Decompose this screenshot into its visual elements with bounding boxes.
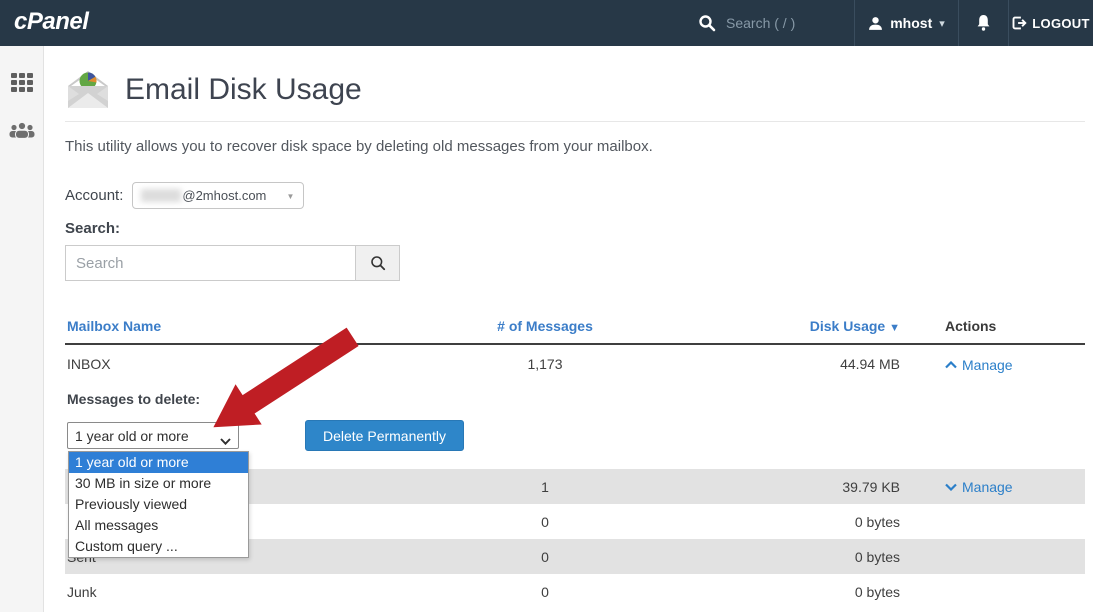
logout-icon (1012, 16, 1027, 30)
email-disk-usage-icon (65, 70, 111, 110)
user-icon (868, 16, 883, 31)
disk-usage: 0 bytes (685, 514, 900, 530)
topbar: cPanel Search ( / ) mhost ▾ LOGOUT (0, 0, 1093, 46)
select-value: 1 year old or more (75, 428, 189, 444)
search-group (65, 245, 1085, 281)
account-value: @2mhost.com (182, 188, 266, 203)
message-count: 0 (405, 584, 685, 600)
user-manager-icon[interactable] (0, 110, 44, 150)
search-icon (370, 255, 386, 271)
mailbox-name: Junk (65, 584, 405, 600)
message-count: 0 (405, 514, 685, 530)
account-row: Account: @2mhost.com ▼ (65, 182, 1085, 209)
search-icon (698, 14, 716, 32)
users-group-icon (9, 121, 35, 140)
dropdown-option-previously-viewed[interactable]: Previously viewed (69, 494, 248, 515)
table-row-inbox: INBOX 1,173 44.94 MB Manage (65, 345, 1085, 383)
mailbox-table: Mailbox Name # of Messages Disk Usage ▼ … (65, 309, 1085, 609)
disk-usage: 0 bytes (685, 549, 900, 565)
chevron-down-icon (945, 483, 957, 491)
messages-to-delete-label: Messages to delete: (67, 391, 1085, 407)
notifications-button[interactable] (958, 0, 1008, 46)
page-title: Email Disk Usage (125, 73, 362, 107)
caret-down-icon: ▼ (286, 192, 294, 201)
account-select[interactable]: @2mhost.com ▼ (132, 182, 304, 209)
global-search[interactable]: Search ( / ) (690, 0, 854, 46)
message-count: 1 (405, 479, 685, 495)
title-divider (65, 121, 1085, 122)
header-messages[interactable]: # of Messages (405, 318, 685, 334)
inbox-expansion-panel: Messages to delete: 1 year old or more 1… (65, 383, 1085, 469)
manage-link[interactable]: Manage (945, 357, 1013, 373)
chevron-down-icon: ▾ (939, 17, 945, 30)
chevron-down-icon (220, 432, 231, 448)
messages-to-delete-select[interactable]: 1 year old or more 1 year old or more 30… (67, 422, 239, 449)
search-button[interactable] (355, 245, 400, 281)
delete-filter-dropdown: 1 year old or more 30 MB in size or more… (68, 451, 249, 558)
dropdown-option-1-year[interactable]: 1 year old or more (69, 452, 248, 473)
sort-desc-icon: ▼ (889, 322, 900, 334)
cpanel-logo[interactable]: cPanel (14, 8, 88, 36)
bell-icon (975, 14, 992, 32)
apps-grid-icon[interactable] (0, 62, 44, 102)
dropdown-option-custom-query[interactable]: Custom query ... (69, 536, 248, 557)
global-search-placeholder: Search ( / ) (726, 15, 795, 31)
dropdown-option-30mb[interactable]: 30 MB in size or more (69, 473, 248, 494)
manage-link[interactable]: Manage (945, 479, 1013, 495)
mailbox-name: INBOX (65, 356, 405, 372)
disk-usage: 39.79 KB (685, 479, 900, 495)
page-description: This utility allows you to recover disk … (65, 138, 1085, 155)
redacted-username (141, 189, 181, 202)
page-header: Email Disk Usage (65, 68, 1085, 112)
table-row-junk: Junk 0 0 bytes (65, 574, 1085, 609)
disk-usage: 0 bytes (685, 584, 900, 600)
delete-permanently-button[interactable]: Delete Permanently (305, 420, 464, 451)
main-content: Email Disk Usage This utility allows you… (44, 46, 1093, 612)
search-input[interactable] (65, 245, 355, 281)
user-menu[interactable]: mhost ▾ (854, 0, 958, 46)
header-actions: Actions (900, 318, 1085, 334)
chevron-up-icon (945, 361, 957, 369)
dropdown-option-all-messages[interactable]: All messages (69, 515, 248, 536)
header-disk-usage[interactable]: Disk Usage ▼ (685, 318, 900, 334)
logout-label: LOGOUT (1032, 16, 1089, 31)
message-count: 1,173 (405, 356, 685, 372)
disk-usage: 44.94 MB (685, 356, 900, 372)
logout-button[interactable]: LOGOUT (1008, 0, 1093, 46)
message-count: 0 (405, 549, 685, 565)
account-label: Account: (65, 187, 123, 204)
grid-icon (11, 73, 33, 92)
search-label: Search: (65, 220, 1085, 237)
username: mhost (890, 15, 932, 31)
sidebar (0, 46, 44, 612)
table-header-row: Mailbox Name # of Messages Disk Usage ▼ … (65, 309, 1085, 345)
header-mailbox-name[interactable]: Mailbox Name (65, 318, 405, 334)
